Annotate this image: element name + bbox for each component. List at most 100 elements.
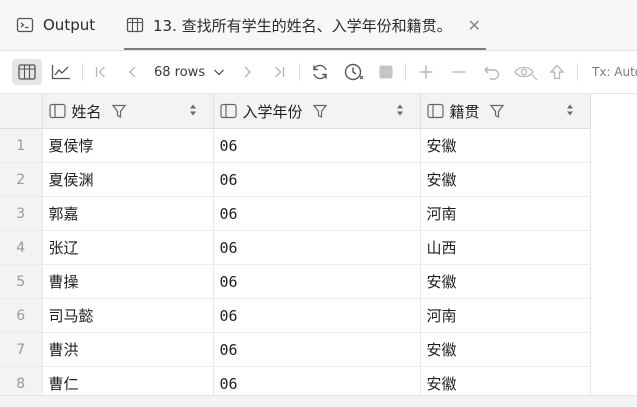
column-header-label: 入学年份: [242, 102, 303, 121]
submit-button[interactable]: [546, 59, 568, 85]
first-page-icon: [95, 66, 105, 78]
column-header-label: 姓名: [71, 102, 102, 121]
horizontal-scrollbar[interactable]: [0, 395, 637, 407]
column-icon: [426, 103, 444, 119]
tab-query-result[interactable]: 13. 查找所有学生的姓名、入学年份和籍贯。 ✕: [124, 0, 486, 50]
cell-origin[interactable]: 安徽: [420, 162, 591, 197]
eye-icon: [514, 66, 538, 80]
row-number: 2: [0, 162, 43, 197]
plus-icon: [419, 65, 433, 79]
toolbar-separator: [82, 63, 83, 81]
chevron-down-icon: [214, 69, 225, 76]
add-row-button[interactable]: [415, 59, 437, 85]
cell-name[interactable]: 曹洪: [42, 332, 214, 367]
cell-origin[interactable]: 安徽: [420, 264, 591, 299]
cell-name[interactable]: 夏侯惇: [42, 128, 214, 163]
first-page-button[interactable]: [90, 59, 112, 85]
cell-enrollment-year[interactable]: 06: [213, 230, 421, 265]
row-filler: [590, 264, 637, 299]
terminal-icon: [16, 16, 34, 34]
cell-name[interactable]: 夏侯渊: [42, 162, 214, 197]
delete-row-button[interactable]: [448, 59, 470, 85]
tab-bar: Output 13. 查找所有学生的姓名、入学年份和籍贯。 ✕: [0, 0, 637, 51]
sort-icon[interactable]: [189, 103, 197, 117]
minus-icon: [452, 71, 466, 73]
table-row[interactable]: 4 张辽 06 山西: [0, 230, 637, 265]
table-row[interactable]: 8 曹仁 06 安徽: [0, 366, 637, 395]
row-number-header: [0, 94, 43, 129]
column-header-name[interactable]: 姓名: [42, 94, 214, 129]
column-icon: [48, 103, 66, 119]
filter-icon[interactable]: [312, 104, 327, 119]
previous-page-button[interactable]: [122, 59, 144, 85]
history-button[interactable]: [340, 59, 368, 85]
next-page-button[interactable]: [236, 59, 258, 85]
refresh-button[interactable]: [307, 59, 333, 85]
tab-output[interactable]: Output: [16, 0, 95, 50]
header-row: 姓名 入学年份 籍贯: [0, 94, 637, 129]
refresh-icon: [313, 64, 327, 80]
cell-enrollment-year[interactable]: 06: [213, 298, 421, 333]
close-tab-icon[interactable]: ✕: [465, 16, 484, 35]
last-page-icon: [275, 66, 285, 78]
row-filler: [590, 128, 637, 163]
tab-query-label: 13. 查找所有学生的姓名、入学年份和籍贯。: [153, 16, 452, 35]
toolbar-separator: [299, 63, 300, 81]
column-icon: [219, 103, 237, 119]
cell-name[interactable]: 曹操: [42, 264, 214, 299]
row-filler: [590, 162, 637, 197]
row-number: 5: [0, 264, 43, 299]
filter-icon[interactable]: [111, 104, 126, 119]
header-filler: [590, 94, 637, 129]
cell-origin[interactable]: 安徽: [420, 332, 591, 367]
table-row[interactable]: 6 司马懿 06 河南: [0, 298, 637, 333]
cell-origin[interactable]: 安徽: [420, 366, 591, 395]
cell-name[interactable]: 司马懿: [42, 298, 214, 333]
sort-icon[interactable]: [396, 103, 404, 117]
row-number: 4: [0, 230, 43, 265]
cell-name[interactable]: 郭嘉: [42, 196, 214, 231]
table-view-button[interactable]: [12, 59, 42, 85]
transaction-mode-dropdown[interactable]: Tx: Auto: [592, 59, 637, 85]
cell-enrollment-year[interactable]: 06: [213, 162, 421, 197]
tab-output-label: Output: [43, 16, 96, 34]
result-table: 姓名 入学年份 籍贯 1 夏侯惇 06 安徽 2 夏侯渊 06 安徽 3 郭嘉 …: [0, 94, 637, 395]
rows-dropdown[interactable]: 68 rows: [154, 59, 230, 85]
arrow-up-icon: [549, 64, 565, 80]
column-header-label: 籍贯: [449, 102, 480, 121]
table-row[interactable]: 3 郭嘉 06 河南: [0, 196, 637, 231]
cell-enrollment-year[interactable]: 06: [213, 196, 421, 231]
preview-button[interactable]: [512, 59, 540, 85]
cell-enrollment-year[interactable]: 06: [213, 366, 421, 395]
table-row[interactable]: 1 夏侯惇 06 安徽: [0, 128, 637, 163]
filter-icon[interactable]: [489, 104, 504, 119]
last-page-button[interactable]: [268, 59, 290, 85]
cell-origin[interactable]: 河南: [420, 298, 591, 333]
cell-origin[interactable]: 河南: [420, 196, 591, 231]
cell-enrollment-year[interactable]: 06: [213, 332, 421, 367]
cell-origin[interactable]: 山西: [420, 230, 591, 265]
table-view-icon: [18, 64, 36, 80]
row-filler: [590, 230, 637, 265]
cell-origin[interactable]: 安徽: [420, 128, 591, 163]
row-number: 6: [0, 298, 43, 333]
column-header-enrollment-year[interactable]: 入学年份: [213, 94, 421, 129]
chart-view-button[interactable]: [47, 59, 75, 85]
row-number: 3: [0, 196, 43, 231]
table-row[interactable]: 7 曹洪 06 安徽: [0, 332, 637, 367]
cell-enrollment-year[interactable]: 06: [213, 264, 421, 299]
column-header-origin[interactable]: 籍贯: [420, 94, 591, 129]
rows-count-label: 68 rows: [154, 64, 206, 80]
chevron-left-icon: [129, 66, 136, 78]
cell-name[interactable]: 曹仁: [42, 366, 214, 395]
table-row[interactable]: 5 曹操 06 安徽: [0, 264, 637, 299]
result-toolbar: 68 rows Tx: Auto: [0, 51, 637, 94]
stop-button[interactable]: [375, 59, 397, 85]
cell-enrollment-year[interactable]: 06: [213, 128, 421, 163]
revert-button[interactable]: [480, 59, 504, 85]
table-row[interactable]: 2 夏侯渊 06 安徽: [0, 162, 637, 197]
sort-icon[interactable]: [566, 103, 574, 117]
chart-icon: [51, 65, 70, 80]
cell-name[interactable]: 张辽: [42, 230, 214, 265]
stop-icon: [379, 65, 393, 79]
